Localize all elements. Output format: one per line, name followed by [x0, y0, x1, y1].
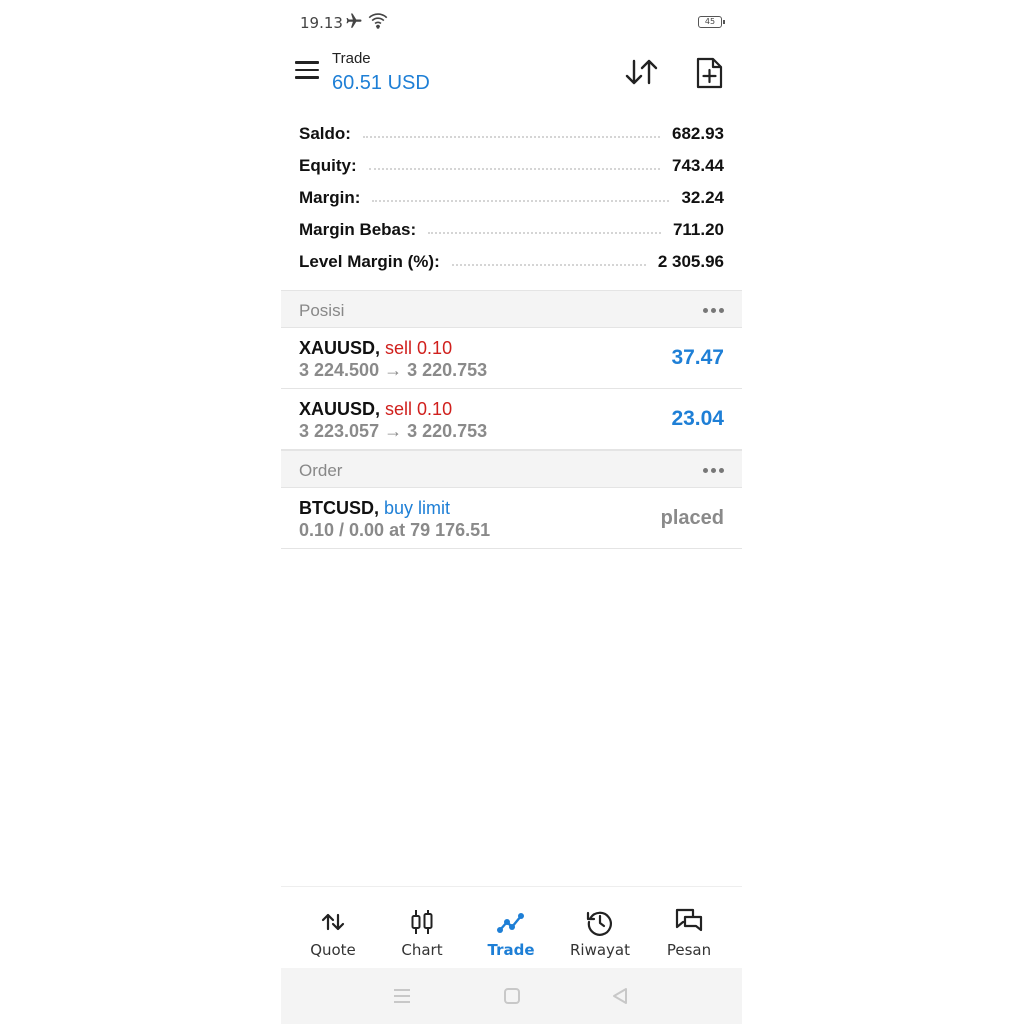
nav-item-chart[interactable]: Chart: [377, 887, 467, 969]
nav-label: Chart: [401, 941, 443, 959]
position-symbol: XAUUSD,: [299, 338, 381, 358]
summary-row-free-margin: Margin Bebas: 711.20: [281, 214, 742, 246]
status-icons: [344, 12, 388, 30]
dotted-leader: [362, 136, 660, 138]
orders-section-header: Order: [281, 450, 742, 488]
recent-apps-icon[interactable]: [391, 986, 413, 1006]
nav-item-messages[interactable]: Pesan: [644, 887, 734, 969]
chart-icon: [411, 910, 433, 934]
more-options-icon[interactable]: [703, 468, 724, 473]
system-navigation-bar: [281, 968, 742, 1024]
summary-row-saldo: Saldo: 682.93: [281, 118, 742, 150]
summary-value: 682.93: [672, 124, 724, 143]
bottom-navigation: Quote Chart Trade Riwayat Pesan: [281, 886, 742, 968]
sort-icon[interactable]: [624, 56, 660, 88]
history-icon: [586, 911, 612, 936]
order-title: BTCUSD, buy limit: [299, 498, 450, 519]
nav-label: Quote: [310, 941, 356, 959]
nav-item-trade[interactable]: Trade: [466, 887, 556, 969]
quote-icon: [321, 913, 345, 931]
nav-label: Trade: [487, 941, 535, 959]
summary-label: Equity:: [299, 156, 357, 175]
nav-label: Pesan: [666, 941, 712, 959]
nav-item-history[interactable]: Riwayat: [555, 887, 645, 969]
position-title: XAUUSD, sell 0.10: [299, 399, 452, 420]
summary-value: 743.44: [672, 156, 724, 175]
summary-label: Margin Bebas:: [299, 220, 417, 239]
nav-label: Riwayat: [570, 941, 630, 959]
hamburger-menu-icon[interactable]: [295, 61, 319, 81]
account-balance: 60.51 USD: [332, 72, 430, 94]
dotted-leader: [451, 264, 646, 266]
position-side: sell 0.10: [385, 399, 453, 419]
summary-row-margin: Margin: 32.24: [281, 182, 742, 214]
trade-icon: [497, 913, 524, 933]
section-title: Posisi: [299, 301, 345, 320]
home-icon[interactable]: [501, 986, 523, 1006]
order-status: placed: [660, 507, 724, 529]
status-time: 19.13: [300, 14, 343, 32]
summary-label: Level Margin (%):: [299, 252, 440, 271]
summary-value: 32.24: [681, 188, 724, 207]
messages-icon: [675, 908, 703, 932]
summary-label: Saldo:: [299, 124, 351, 143]
summary-value: 711.20: [672, 220, 724, 239]
battery-level: 45: [704, 17, 716, 26]
dotted-leader: [368, 168, 660, 170]
order-symbol: BTCUSD,: [299, 498, 379, 518]
top-header: Trade 60.51 USD: [281, 44, 742, 108]
position-row[interactable]: XAUUSD, sell 0.10 3 224.500 → 3 220.753 …: [281, 328, 742, 389]
summary-row-equity: Equity: 743.44: [281, 150, 742, 182]
positions-section-header: Posisi: [281, 290, 742, 328]
position-row[interactable]: XAUUSD, sell 0.10 3 223.057 → 3 220.753 …: [281, 389, 742, 450]
new-order-icon[interactable]: [691, 56, 727, 90]
airplane-icon: [346, 13, 362, 28]
order-details: 0.10 / 0.00 at 79 176.51: [299, 520, 491, 540]
dotted-leader: [372, 200, 670, 202]
order-side: buy limit: [384, 498, 451, 518]
battery-indicator: 45: [698, 16, 725, 28]
position-symbol: XAUUSD,: [299, 399, 381, 419]
position-prices: 3 224.500 → 3 220.753: [299, 360, 488, 380]
position-title: XAUUSD, sell 0.10: [299, 338, 452, 359]
account-summary: Saldo: 682.93 Equity: 743.44 Margin: 32.…: [281, 118, 742, 278]
position-side: sell 0.10: [385, 338, 453, 358]
position-profit: 23.04: [671, 407, 724, 430]
section-title: Order: [299, 461, 343, 480]
wifi-icon: [368, 13, 388, 29]
status-bar: 19.13 45: [281, 0, 742, 44]
summary-row-margin-level: Level Margin (%): 2 305.96: [281, 246, 742, 278]
nav-item-quote[interactable]: Quote: [288, 887, 378, 969]
back-icon[interactable]: [609, 986, 631, 1006]
app-screen: 19.13 45 Trade 60.51 USD Saldo: 682.93 E…: [281, 0, 742, 1024]
more-options-icon[interactable]: [703, 308, 724, 313]
summary-value: 2 305.96: [657, 252, 724, 271]
dotted-leader: [428, 232, 661, 234]
order-row[interactable]: BTCUSD, buy limit 0.10 / 0.00 at 79 176.…: [281, 488, 742, 549]
summary-label: Margin:: [299, 188, 361, 207]
page-title: Trade: [332, 50, 371, 67]
position-prices: 3 223.057 → 3 220.753: [299, 421, 488, 441]
position-profit: 37.47: [671, 346, 724, 369]
